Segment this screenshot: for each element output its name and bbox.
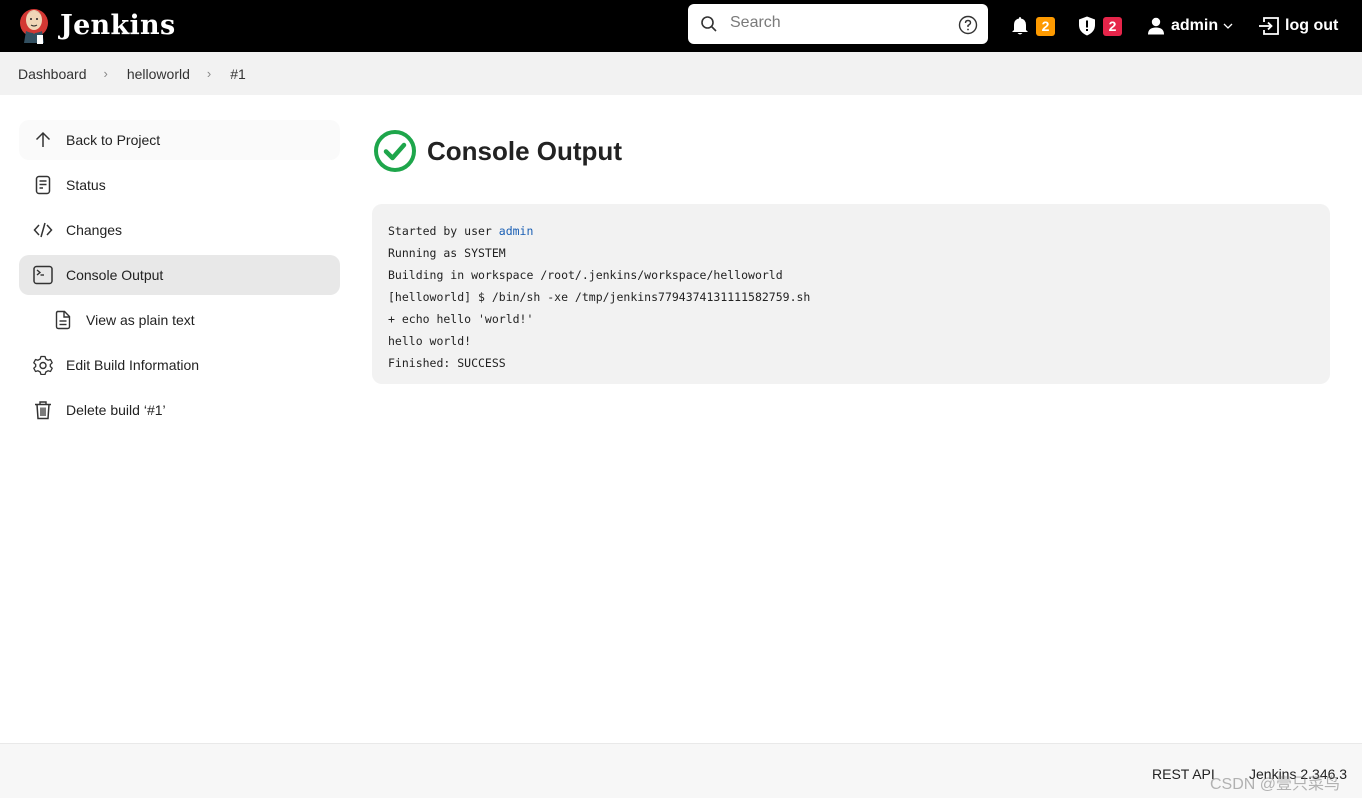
sidebar-item-edit-build-information[interactable]: Edit Build Information bbox=[19, 345, 340, 385]
logout-button[interactable]: log out bbox=[1258, 0, 1338, 52]
logout-label: log out bbox=[1285, 17, 1339, 34]
console-line: hello world! bbox=[388, 334, 472, 348]
document-icon bbox=[35, 175, 51, 195]
terminal-icon bbox=[33, 265, 53, 285]
sidebar-item-back-to-project[interactable]: Back to Project bbox=[19, 120, 340, 160]
console-line: Running as SYSTEM bbox=[388, 246, 506, 260]
sidebar-item-label: Changes bbox=[66, 222, 123, 238]
breadcrumb-build[interactable]: #1 bbox=[230, 66, 246, 82]
jenkins-logo[interactable]: Jenkins bbox=[18, 3, 175, 47]
sidebar-item-status[interactable]: Status bbox=[19, 165, 340, 205]
breadcrumb: Dashboard › helloworld › #1 bbox=[0, 52, 1362, 95]
sidebar-item-label: Back to Project bbox=[66, 132, 161, 148]
top-header: Jenkins 2 2 admin bbox=[0, 0, 1362, 52]
console-line: Building in workspace /root/.jenkins/wor… bbox=[388, 268, 783, 282]
user-menu[interactable]: admin bbox=[1147, 0, 1233, 52]
breadcrumb-separator-icon[interactable]: › bbox=[104, 66, 108, 81]
app-name: Jenkins bbox=[60, 9, 176, 41]
gear-icon bbox=[33, 355, 53, 375]
console-line: + echo hello 'world!' bbox=[388, 312, 534, 326]
sidebar-item-label: Console Output bbox=[66, 267, 164, 283]
sidebar-item-changes[interactable]: Changes bbox=[19, 210, 340, 250]
console-output: Started by user admin Running as SYSTEM … bbox=[372, 204, 1330, 384]
arrow-up-icon bbox=[35, 131, 51, 147]
search-box[interactable] bbox=[688, 4, 988, 44]
sidebar-item-label: Edit Build Information bbox=[66, 357, 200, 373]
breadcrumb-helloworld[interactable]: helloworld bbox=[127, 66, 190, 82]
page-title: Console Output bbox=[427, 135, 622, 166]
sidebar-item-label: Delete build ‘#1’ bbox=[66, 402, 166, 418]
jenkins-butler-icon bbox=[20, 9, 48, 44]
watermark: CSDN @壹只菜鸟 bbox=[1210, 776, 1341, 793]
console-line: [helloworld] $ /bin/sh -xe /tmp/jenkins7… bbox=[388, 290, 811, 304]
user-link[interactable]: admin bbox=[499, 224, 534, 238]
sidebar-item-view-as-plain-text[interactable]: View as plain text bbox=[19, 300, 340, 340]
help-icon[interactable] bbox=[958, 15, 978, 35]
sidebar-item-console-output[interactable]: Console Output bbox=[19, 255, 340, 295]
notifications-badge: 2 bbox=[1036, 16, 1055, 36]
search-input[interactable] bbox=[730, 14, 950, 32]
security-button[interactable]: 2 bbox=[1078, 0, 1122, 52]
breadcrumb-dashboard[interactable]: Dashboard bbox=[18, 66, 87, 82]
shield-alert-icon bbox=[1079, 16, 1095, 36]
search-icon bbox=[701, 16, 717, 32]
sidebar-item-delete-build[interactable]: Delete build ‘#1’ bbox=[19, 390, 340, 430]
breadcrumb-separator-icon[interactable]: › bbox=[207, 66, 211, 81]
notifications-button[interactable]: 2 bbox=[1011, 0, 1055, 52]
footer: REST API Jenkins 2.346.3 bbox=[0, 743, 1362, 798]
success-check-icon bbox=[374, 130, 416, 172]
user-name: admin bbox=[1171, 17, 1219, 34]
file-text-icon bbox=[55, 310, 71, 330]
security-badge: 2 bbox=[1103, 16, 1122, 36]
sidebar-item-label: View as plain text bbox=[86, 312, 195, 328]
console-line: Started by user bbox=[388, 224, 499, 238]
console-line: Finished: SUCCESS bbox=[388, 356, 506, 370]
sidebar-item-label: Status bbox=[66, 177, 106, 193]
chevron-down-icon bbox=[1223, 23, 1233, 29]
user-icon bbox=[1148, 17, 1164, 35]
console-text: Started by user admin Running as SYSTEM … bbox=[388, 220, 1314, 374]
logout-icon bbox=[1259, 17, 1279, 35]
code-icon bbox=[33, 222, 53, 238]
trash-icon bbox=[35, 401, 51, 420]
sidebar: Back to Project Status Changes Console O… bbox=[19, 120, 340, 435]
bell-icon bbox=[1012, 17, 1028, 35]
page-header: Console Output bbox=[373, 129, 622, 173]
rest-api-link[interactable]: REST API bbox=[1152, 766, 1215, 782]
